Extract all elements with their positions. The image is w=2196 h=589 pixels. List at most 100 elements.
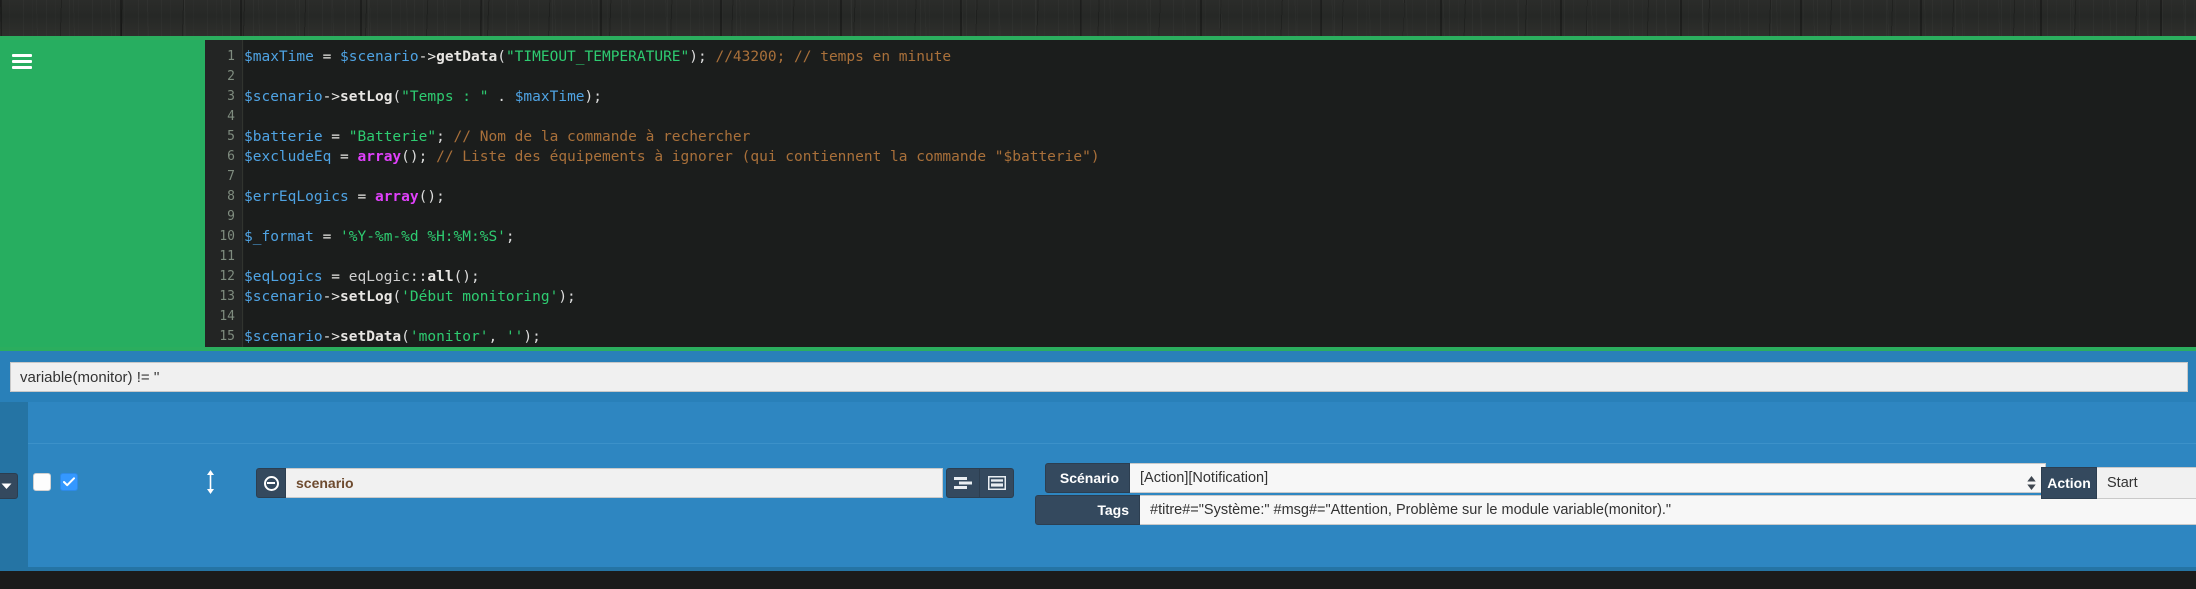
code-token: $scenario (244, 289, 323, 305)
code-token: $maxTime (244, 49, 314, 65)
code-line: $scenario->setLog("Temps : " . $maxTime)… (244, 87, 602, 107)
line-number: 14 (219, 309, 235, 324)
line-number: 7 (227, 169, 235, 184)
code-line: $eqLogics = eqLogic::all(); (244, 267, 480, 287)
code-token: $eqLogics (244, 269, 323, 285)
code-token: $errEqLogics (244, 189, 349, 205)
action-row: Scénario Tags Action (28, 445, 2196, 525)
code-token: ; (436, 129, 445, 145)
code-token: = (313, 49, 341, 65)
line-number: 8 (227, 189, 235, 204)
code-token: 'monitor' (409, 329, 489, 345)
action-block-header-area (28, 402, 2196, 444)
code-token: "Batterie" (348, 129, 437, 145)
code-token: :: (409, 269, 428, 285)
code-token: ); (558, 289, 576, 305)
code-token: = (322, 129, 349, 145)
code-token: -> (322, 329, 341, 345)
editor-left-green-sidebar (0, 40, 205, 347)
action-enabled-checkbox[interactable] (60, 473, 78, 491)
minus-circle-ring (263, 475, 279, 491)
code-token: = (322, 269, 349, 285)
code-token: // Liste des équipements à ignorer (qui … (427, 149, 1100, 165)
code-token: ; (505, 229, 515, 245)
action-type-button[interactable]: Action (2041, 467, 2097, 499)
code-token: $maxTime (514, 89, 585, 105)
sliders-list-icon[interactable] (946, 468, 980, 498)
scenario-field-input[interactable] (1130, 463, 2046, 493)
code-token: = (348, 189, 375, 205)
code-token: eqLogic (348, 269, 410, 285)
chevron-down-icon[interactable] (0, 473, 18, 499)
command-input[interactable] (286, 468, 943, 498)
hamburger-icon[interactable] (12, 54, 32, 69)
line-number: 15 (219, 329, 235, 344)
code-token: $scenario (244, 329, 323, 345)
code-token: setLog (340, 289, 393, 305)
code-token: -> (322, 89, 341, 105)
scenario-condition-panel: Scénario Tags Action (0, 351, 2196, 567)
line-number: 9 (227, 209, 235, 224)
hamburger-bar (12, 60, 32, 63)
code-token: $_format (244, 229, 314, 245)
app-root: 1 2 3 4 5 6 7 8 9 10 11 12 13 14 15 $maxTime = $scenar… (0, 0, 2196, 589)
editor-code-area[interactable]: $maxTime = $scenario->getData("TIMEOUT_T… (244, 40, 2196, 347)
minus-circle-icon[interactable] (256, 468, 286, 498)
code-token: -> (418, 49, 437, 65)
window-top-texture (0, 0, 2196, 36)
window-form-icon[interactable] (980, 468, 1014, 498)
tags-field-row: Tags (1035, 495, 2196, 526)
hamburger-bar (12, 66, 32, 69)
window-footer (0, 567, 2196, 589)
action-block: Scénario Tags Action (28, 402, 2196, 567)
condition-input[interactable] (10, 362, 2188, 392)
code-token: ( (497, 49, 506, 65)
code-token: '' (505, 329, 524, 345)
code-line: $_format = '%Y-%m-%d %H:%M:%S'; (244, 227, 515, 247)
line-number: 1 (227, 49, 235, 64)
code-line: $errEqLogics = array(); (244, 187, 445, 207)
code-token: all (427, 269, 454, 285)
scenario-field-label: Scénario (1045, 463, 1130, 493)
code-token: 'Début monitoring' (401, 289, 559, 305)
code-token: , (488, 329, 506, 345)
code-token: ); (584, 89, 602, 105)
line-number: 2 (227, 69, 235, 84)
code-token: = (313, 229, 341, 245)
updown-spinner-icon[interactable] (2024, 468, 2038, 498)
code-token: "TIMEOUT_TEMPERATURE" (505, 49, 690, 65)
code-token: ); (523, 329, 541, 345)
action-select-checkbox[interactable] (33, 473, 51, 491)
footer-accent-bar (0, 567, 2196, 571)
line-number: 5 (227, 129, 235, 144)
vertical-resize-icon[interactable] (202, 469, 218, 495)
code-token: '%Y-%m-%d %H:%M:%S' (340, 229, 506, 245)
line-number: 3 (227, 89, 235, 104)
code-token: -> (322, 289, 341, 305)
tags-field-input[interactable] (1140, 495, 2196, 525)
hamburger-bar (12, 54, 32, 57)
line-number: 11 (219, 249, 235, 264)
code-token: ( (392, 289, 402, 305)
line-number: 4 (227, 109, 235, 124)
wood-grain-overlay (0, 0, 2196, 36)
code-editor: 1 2 3 4 5 6 7 8 9 10 11 12 13 14 15 $maxTime = $scenar… (0, 40, 2196, 347)
line-number: 12 (219, 269, 235, 284)
code-token: $batterie (244, 129, 323, 145)
code-token: array (357, 149, 402, 165)
code-token: (); (453, 269, 480, 285)
code-token: = (331, 149, 358, 165)
action-mode-input[interactable] (2097, 467, 2196, 499)
tags-field-label: Tags (1035, 495, 1140, 525)
code-token: "Temps : " (401, 89, 489, 105)
code-token: . (488, 89, 515, 105)
code-line: $excludeEq = array(); // Liste des équip… (244, 147, 1100, 167)
code-token: $scenario (340, 49, 419, 65)
editor-line-number-gutter: 1 2 3 4 5 6 7 8 9 10 11 12 13 14 15 (205, 40, 243, 347)
code-token: (); (401, 149, 428, 165)
minus-circle-bar (267, 482, 275, 484)
code-token: ); (689, 49, 707, 65)
code-token: array (374, 189, 419, 205)
code-line: $batterie = "Batterie"; // Nom de la com… (244, 127, 750, 147)
code-token: getData (436, 49, 498, 65)
